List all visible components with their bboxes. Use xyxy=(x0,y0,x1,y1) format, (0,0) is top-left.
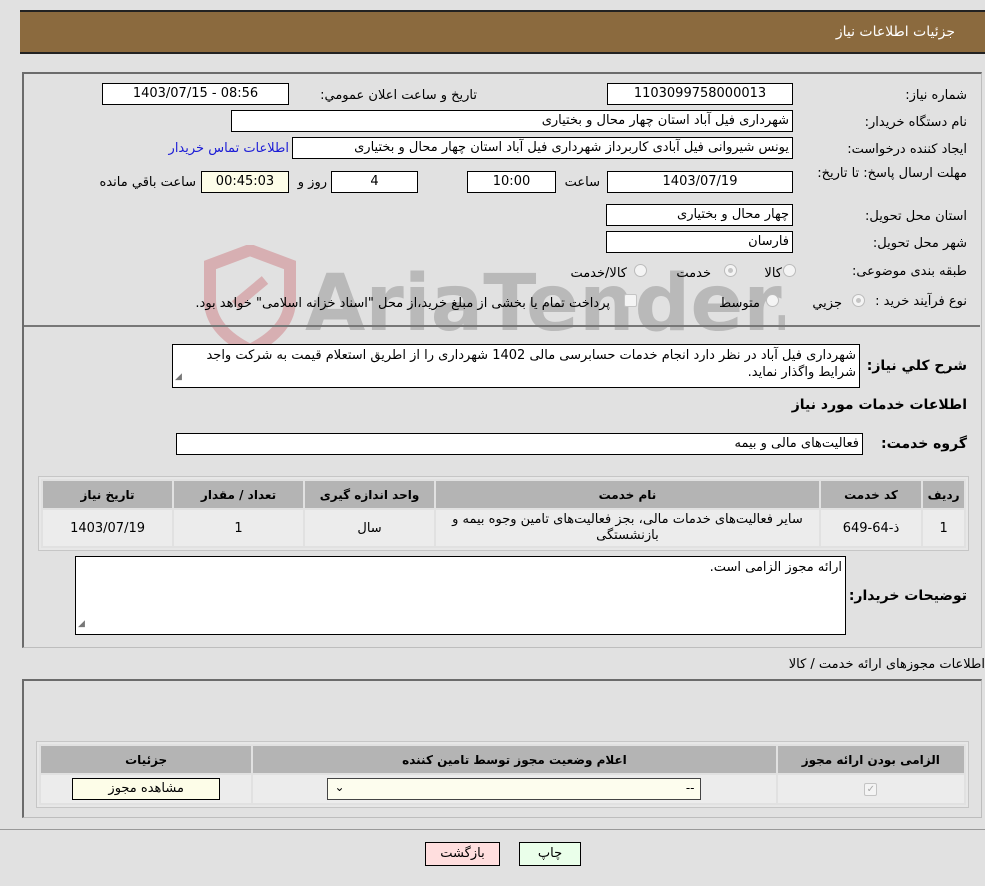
category-option-service: خدمت xyxy=(676,266,711,281)
treasury-checkbox-label: پرداخت تمام یا بخشی از مبلغ خرید،از محل … xyxy=(195,296,610,311)
cell-unit: سال xyxy=(303,508,437,548)
deadline-time-label: ساعت xyxy=(564,175,600,190)
cell-need-date: 1403/07/19 xyxy=(40,508,175,548)
description-text: شهرداری فیل آباد در نظر دارد انجام خدمات… xyxy=(206,348,856,380)
cell-permit-required: ✓ xyxy=(775,773,967,805)
divider xyxy=(0,829,985,830)
days-label: روز و xyxy=(297,175,327,190)
city-field: فارسان xyxy=(606,231,793,253)
cell-service-name: سایر فعالیت‌های خدمات مالی، بجز فعالیت‌ه… xyxy=(434,508,821,548)
purchase-option-medium: متوسط xyxy=(719,296,760,311)
city-label: شهر محل تحویل: xyxy=(872,236,967,251)
purchase-radio-minor[interactable] xyxy=(852,294,865,307)
category-label: طبقه بندی موضوعی: xyxy=(851,264,967,279)
permit-required-checkbox[interactable]: ✓ xyxy=(864,782,878,796)
buyer-org-field: شهرداری فیل آباد استان چهار محال و بختیا… xyxy=(231,110,793,132)
deadline-label: مهلت ارسال پاسخ: تا تاریخ: xyxy=(817,166,967,181)
province-field: چهار محال و بختیاری xyxy=(606,204,793,226)
cell-row-number: 1 xyxy=(921,508,966,548)
service-group-field: فعالیت‌های مالی و بیمه xyxy=(176,433,863,455)
print-button[interactable]: چاپ xyxy=(519,842,581,866)
deadline-time-field: 10:00 xyxy=(467,171,556,193)
requester-field: یونس شیروانی فیل آبادی کاربرداز شهرداری … xyxy=(292,137,793,159)
permits-table-wrapper: الزامی بودن ارائه مجوز اعلام وضعیت مجوز … xyxy=(36,741,969,808)
permits-section-title: اطلاعات مجوزهای ارائه خدمت / کالا xyxy=(788,657,985,672)
services-section-title: اطلاعات خدمات مورد نیاز xyxy=(791,397,967,413)
col-header-quantity: تعداد / مقدار xyxy=(172,479,306,510)
announce-datetime-label: تاریخ و ساعت اعلان عمومي: xyxy=(320,88,477,103)
col-header-permit-required: الزامی بودن ارائه مجوز xyxy=(775,744,967,775)
resize-grip-icon[interactable]: ◢ xyxy=(175,369,182,386)
requester-label: ایجاد کننده درخواست: xyxy=(847,142,967,157)
col-header-details: جزئیات xyxy=(38,744,254,775)
divider xyxy=(24,325,980,327)
resize-grip-icon[interactable]: ◢ xyxy=(78,616,85,633)
category-radio-goods[interactable] xyxy=(783,264,796,277)
category-radio-goods-service[interactable] xyxy=(634,264,647,277)
buyer-notes-textarea[interactable]: ارائه مجوز الزامی است. ◢ xyxy=(75,556,846,635)
buyer-contact-link[interactable]: اطلاعات تماس خریدار xyxy=(169,141,289,156)
need-number-field: 1103099758000013 xyxy=(607,83,793,105)
cell-details: مشاهده مجوز xyxy=(38,773,254,805)
category-radio-service[interactable] xyxy=(724,264,737,277)
chevron-down-icon: ⌄ xyxy=(334,780,345,794)
buyer-org-label: نام دستگاه خريدار: xyxy=(864,115,967,130)
col-header-row-number: ردیف xyxy=(921,479,966,510)
cell-service-code: ذ-64-649 xyxy=(818,508,924,548)
treasury-checkbox[interactable] xyxy=(624,294,637,307)
time-remaining-label: ساعت باقي مانده xyxy=(99,175,196,190)
category-option-goods-service: کالا/خدمت xyxy=(570,266,627,281)
description-label: شرح کلي نياز: xyxy=(866,358,967,374)
purchase-type-label: نوع فرآیند خرید : xyxy=(875,294,967,309)
page-header: جزئیات اطلاعات نیاز xyxy=(20,10,985,54)
deadline-date-field: 1403/07/19 xyxy=(607,171,793,193)
col-header-need-date: تاریخ نیاز xyxy=(40,479,175,510)
services-table-header: ردیف کد خدمت نام خدمت واحد اندازه گیری ت… xyxy=(40,479,966,510)
cell-quantity: 1 xyxy=(172,508,306,548)
col-header-service-name: نام خدمت xyxy=(434,479,821,510)
purchase-option-minor: جزيي xyxy=(812,296,842,311)
table-row: ✓ -- ⌄ مشاهده مجوز xyxy=(38,773,967,805)
need-number-label: شماره نیاز: xyxy=(905,88,967,103)
view-permit-button[interactable]: مشاهده مجوز xyxy=(72,778,221,800)
permit-status-value: -- xyxy=(685,781,695,795)
time-remaining-field: 00:45:03 xyxy=(201,171,289,193)
announce-datetime-field: 1403/07/15 - 08:56 xyxy=(102,83,289,105)
permits-table: الزامی بودن ارائه مجوز اعلام وضعیت مجوز … xyxy=(38,744,967,805)
days-remaining-field: 4 xyxy=(331,171,418,193)
permit-status-select[interactable]: -- ⌄ xyxy=(327,778,702,800)
description-textarea[interactable]: شهرداری فیل آباد در نظر دارد انجام خدمات… xyxy=(172,344,860,388)
purchase-radio-medium[interactable] xyxy=(766,294,779,307)
buyer-notes-text: ارائه مجوز الزامی است. xyxy=(709,560,842,575)
back-button[interactable]: بازگشت xyxy=(425,842,500,866)
col-header-permit-status: اعلام وضعیت مجوز توسط تامین کننده xyxy=(251,744,778,775)
category-option-goods: کالا xyxy=(764,266,782,281)
page-title: جزئیات اطلاعات نیاز xyxy=(835,24,955,40)
col-header-unit: واحد اندازه گیری xyxy=(303,479,437,510)
table-row: 1 ذ-64-649 سایر فعالیت‌های خدمات مالی، ب… xyxy=(40,508,966,548)
col-header-service-code: کد خدمت xyxy=(818,479,924,510)
permits-table-header: الزامی بودن ارائه مجوز اعلام وضعیت مجوز … xyxy=(38,744,967,775)
service-group-label: گروه خدمت: xyxy=(881,436,967,452)
services-table-wrapper: ردیف کد خدمت نام خدمت واحد اندازه گیری ت… xyxy=(38,476,969,551)
cell-permit-status: -- ⌄ xyxy=(251,773,778,805)
buyer-notes-label: توضیحات خریدار: xyxy=(848,588,967,604)
services-table: ردیف کد خدمت نام خدمت واحد اندازه گیری ت… xyxy=(40,479,966,548)
province-label: استان محل تحویل: xyxy=(865,209,967,224)
